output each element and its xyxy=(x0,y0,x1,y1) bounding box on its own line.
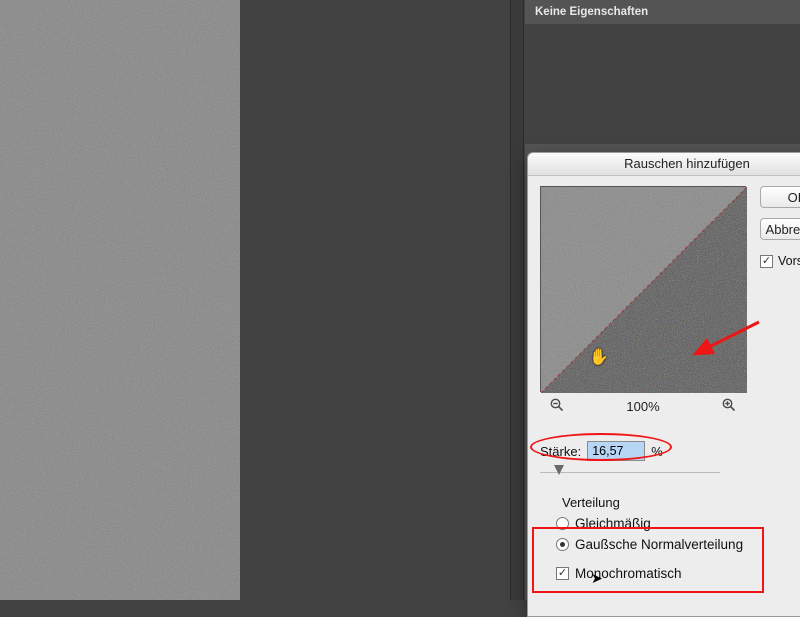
amount-row: Stärke: % xyxy=(540,441,800,461)
cancel-button[interactable]: Abbrechen xyxy=(760,218,800,240)
monochrome-checkbox[interactable] xyxy=(556,567,569,580)
dialog-title: Rauschen hinzufügen xyxy=(528,153,800,176)
monochrome-label: Monochromatisch xyxy=(575,566,682,581)
canvas-vertical-scrollbar[interactable] xyxy=(510,0,524,600)
preview-checkbox-label: Vorschau xyxy=(778,254,800,268)
filter-preview[interactable]: ✋ xyxy=(540,186,746,392)
monochrome-row[interactable]: Monochromatisch xyxy=(556,566,800,581)
zoom-out-icon[interactable] xyxy=(550,398,564,415)
amount-label: Stärke: xyxy=(540,444,581,459)
zoom-level: 100% xyxy=(626,399,659,414)
amount-input[interactable] xyxy=(587,441,645,461)
amount-slider[interactable] xyxy=(540,467,720,473)
distribution-gaussian-row[interactable]: Gaußsche Normalverteilung xyxy=(556,537,800,552)
properties-panel-header: Keine Eigenschaften xyxy=(525,0,800,24)
distribution-uniform-radio[interactable] xyxy=(556,517,569,530)
distribution-uniform-label: Gleichmäßig xyxy=(575,516,651,531)
amount-slider-thumb[interactable] xyxy=(554,465,564,475)
distribution-gaussian-label: Gaußsche Normalverteilung xyxy=(575,537,743,552)
document-image xyxy=(0,0,240,600)
properties-panel-body xyxy=(525,24,800,144)
ok-button[interactable]: OK xyxy=(760,186,800,208)
zoom-row: 100% xyxy=(540,398,746,415)
distribution-uniform-row[interactable]: Gleichmäßig xyxy=(556,516,800,531)
distribution-group-label: Verteilung xyxy=(562,495,800,510)
cancel-button-label: Abbrechen xyxy=(766,222,800,237)
zoom-in-icon[interactable] xyxy=(722,398,736,415)
ok-button-label: OK xyxy=(788,190,800,205)
document-canvas[interactable] xyxy=(0,0,510,600)
distribution-gaussian-radio[interactable] xyxy=(556,538,569,551)
amount-unit: % xyxy=(651,444,663,459)
add-noise-dialog: Rauschen hinzufügen xyxy=(527,152,800,617)
preview-checkbox[interactable] xyxy=(760,255,773,268)
preview-checkbox-row[interactable]: Vorschau xyxy=(760,254,800,268)
